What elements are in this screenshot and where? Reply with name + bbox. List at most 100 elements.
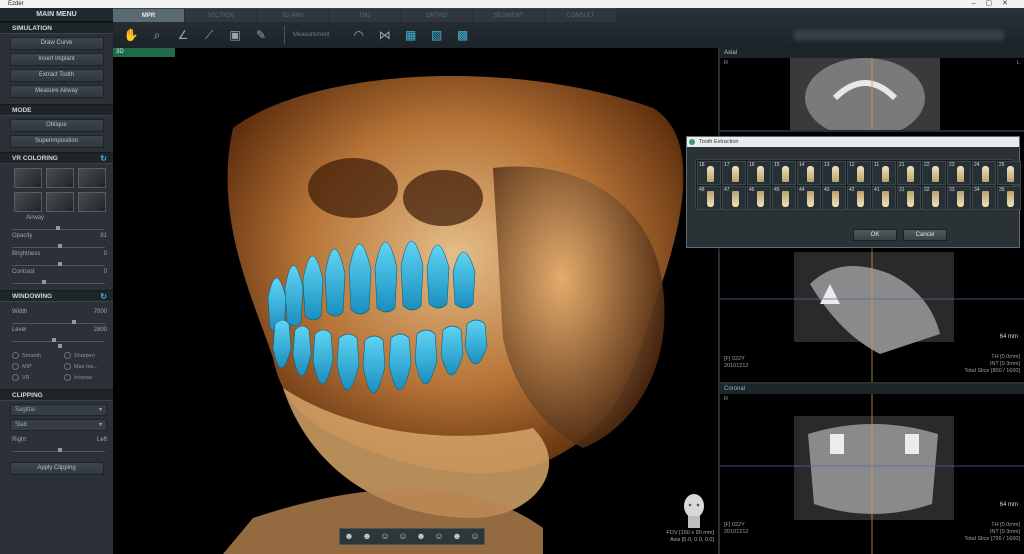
- left-view-icon[interactable]: ☺: [376, 529, 394, 544]
- tooth-number: 32: [924, 187, 930, 193]
- draw-curve-button[interactable]: Draw Curve: [9, 37, 104, 50]
- view-orientation-toolbar: ☻ ☻ ☺ ☺ ☻ ☺ ☻ ☺: [339, 528, 485, 545]
- tooth-cell[interactable]: 21: [897, 161, 921, 185]
- tooth-cell[interactable]: 48: [697, 186, 721, 210]
- tooth-cell[interactable]: 23: [947, 161, 971, 185]
- tooth-cell[interactable]: 31: [897, 186, 921, 210]
- right-view-icon[interactable]: ☺: [394, 529, 412, 544]
- coronal-slice-info: TH [0.0mm] INT [0.3mm] Total Slice [799 …: [964, 522, 1020, 543]
- contrast-row: Contrast 0: [0, 266, 113, 278]
- coronal-pane[interactable]: Coronal R 64 mm [F] 022Y 20101212 TH [0.…: [720, 384, 1024, 554]
- vr-preset-thumb[interactable]: [78, 168, 106, 188]
- tooth-icon: [807, 191, 814, 207]
- layout-1-icon[interactable]: ▦: [400, 26, 422, 44]
- smooth-option[interactable]: Smooth: [12, 352, 60, 361]
- tab-mpr[interactable]: MPR: [113, 8, 184, 22]
- reset-view-icon[interactable]: ☺: [466, 529, 484, 544]
- tooth-cell[interactable]: 11: [872, 161, 896, 185]
- apply-clipping-button[interactable]: Apply Clipping: [9, 462, 104, 475]
- measure-airway-button[interactable]: Measure Airway: [9, 85, 104, 98]
- tooth-cell[interactable]: 43: [822, 186, 846, 210]
- ruler-icon[interactable]: ⟋: [198, 26, 220, 44]
- tooth-cell[interactable]: 16: [747, 161, 771, 185]
- sagittal-pane[interactable]: 64 mm [F] 022Y 20101212 TH [0.0mm] INT […: [720, 244, 1024, 384]
- annotate-icon[interactable]: ✎: [250, 26, 272, 44]
- vr-preset-thumb[interactable]: [78, 192, 106, 212]
- layout-2-icon[interactable]: ▧: [426, 26, 448, 44]
- tooth-cell[interactable]: 34: [972, 186, 996, 210]
- clip-mode-dropdown[interactable]: Slab ▾: [10, 419, 107, 431]
- front-view-icon[interactable]: ☻: [340, 529, 358, 544]
- airway-icon[interactable]: ◠: [348, 26, 370, 44]
- clip-slider[interactable]: [12, 446, 105, 452]
- tab-consult[interactable]: CONSULT: [545, 8, 616, 22]
- back-view-icon[interactable]: ☻: [358, 529, 376, 544]
- window-controls[interactable]: –▢✕: [972, 0, 1018, 8]
- max-ins-option[interactable]: Max Ins...: [64, 363, 112, 372]
- refresh-icon[interactable]: ↻: [100, 291, 107, 303]
- superimposition-button[interactable]: Superimposition: [9, 135, 104, 148]
- main-menu-header[interactable]: MAIN MENU: [0, 8, 113, 22]
- tooth-cell[interactable]: 12: [847, 161, 871, 185]
- oblique-view-icon[interactable]: ☻: [448, 529, 466, 544]
- tooth-cell[interactable]: 35: [997, 186, 1021, 210]
- tooth-cell[interactable]: 22: [922, 161, 946, 185]
- angle-icon[interactable]: ∠: [172, 26, 194, 44]
- tooth-cell[interactable]: 42: [847, 186, 871, 210]
- vr-preset-thumb[interactable]: [14, 192, 42, 212]
- tooth-cell[interactable]: 47: [722, 186, 746, 210]
- tooth-cell[interactable]: 24: [972, 161, 996, 185]
- tooth-cell[interactable]: 25: [997, 161, 1021, 185]
- extract-tooth-button[interactable]: Extract Tooth: [9, 69, 104, 82]
- tab-ortho[interactable]: ORTHO: [401, 8, 472, 22]
- tab-segment[interactable]: SEGMENT: [473, 8, 544, 22]
- nerve-icon[interactable]: ⋈: [374, 26, 396, 44]
- contrast-slider[interactable]: [12, 278, 105, 284]
- slider-knob[interactable]: [58, 448, 62, 452]
- slider-knob[interactable]: [42, 280, 46, 284]
- capture-icon[interactable]: ▣: [224, 26, 246, 44]
- zoom-icon[interactable]: ⌕: [146, 26, 168, 44]
- top-view-icon[interactable]: ☻: [412, 529, 430, 544]
- vr-option[interactable]: VR: [12, 374, 60, 383]
- cancel-button[interactable]: Cancel: [903, 229, 947, 241]
- inverse-option[interactable]: Inverse: [64, 374, 112, 383]
- tooth-cell[interactable]: 13: [822, 161, 846, 185]
- vr-preset-thumb[interactable]: [46, 168, 74, 188]
- skull-render: [223, 75, 684, 554]
- tab-tmj[interactable]: TMJ: [329, 8, 400, 22]
- tab-section[interactable]: SECTION: [185, 8, 256, 22]
- ok-button[interactable]: OK: [853, 229, 897, 241]
- orientation-head-icon[interactable]: [680, 492, 708, 528]
- measurement-dropdown[interactable]: Measurement: [293, 32, 330, 38]
- tooth-number: 17: [724, 162, 730, 168]
- refresh-icon[interactable]: ↻: [100, 153, 107, 165]
- tab-3d-pan[interactable]: 3D PAN: [257, 8, 328, 22]
- vr-preset-thumb[interactable]: [14, 168, 42, 188]
- tooth-cell[interactable]: 44: [797, 186, 821, 210]
- layout-3-icon[interactable]: ▩: [452, 26, 474, 44]
- tooth-cell[interactable]: 33: [947, 186, 971, 210]
- tooth-cell[interactable]: 18: [697, 161, 721, 185]
- tooth-cell[interactable]: 32: [922, 186, 946, 210]
- brightness-value: 0: [103, 251, 107, 257]
- bottom-view-icon[interactable]: ☺: [430, 529, 448, 544]
- tooth-cell[interactable]: 14: [797, 161, 821, 185]
- tooth-cell[interactable]: 45: [772, 186, 796, 210]
- pan-hand-icon[interactable]: ✋: [120, 26, 142, 44]
- tooth-cell[interactable]: 17: [722, 161, 746, 185]
- mip-option[interactable]: MIP: [12, 363, 60, 372]
- tooth-cell[interactable]: 46: [747, 186, 771, 210]
- tooth-cell[interactable]: 15: [772, 161, 796, 185]
- vr-preset-thumbnails: [0, 164, 113, 212]
- width-label: Width: [12, 309, 28, 315]
- axial-pane[interactable]: Axial R L: [720, 48, 1024, 132]
- vr-preset-thumb[interactable]: [46, 192, 74, 212]
- viewport-3d[interactable]: 3D FOV [160 x 90 mm] Axis [0.0, 0.0, 0.0…: [113, 48, 718, 554]
- insert-implant-button[interactable]: Insert Implant: [9, 53, 104, 66]
- slider-knob[interactable]: [58, 344, 62, 348]
- sharpen-option[interactable]: Sharpen: [64, 352, 112, 361]
- clip-plane-dropdown[interactable]: Sagittal ▾: [10, 404, 107, 416]
- oblique-button[interactable]: Oblique: [9, 119, 104, 132]
- tooth-cell[interactable]: 41: [872, 186, 896, 210]
